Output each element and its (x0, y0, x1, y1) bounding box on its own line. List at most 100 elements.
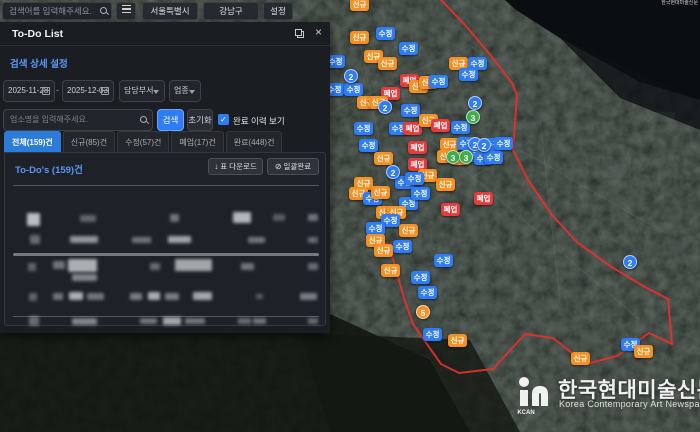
map-marker-pye[interactable]: 폐업 (441, 203, 460, 216)
map-cluster-marker[interactable]: 2 (386, 165, 400, 179)
restore-window-icon[interactable] (295, 29, 304, 38)
map-marker-sin[interactable]: 신규 (374, 152, 393, 165)
redacted-cell (72, 274, 97, 281)
redacted-cell (308, 214, 318, 221)
search-button[interactable]: 검색 (157, 109, 184, 131)
map-marker-sin[interactable]: 신규 (378, 57, 397, 70)
redacted-cell (70, 236, 98, 243)
bulk-complete-label: 일괄완료 (283, 162, 312, 171)
redacted-cell (130, 293, 142, 300)
tab-2[interactable]: 수정(57)건 (117, 131, 170, 152)
tab-0[interactable]: 전체(159)건 (4, 131, 61, 152)
tab-3[interactable]: 폐업(17)건 (171, 131, 224, 152)
map-marker-sin[interactable]: 신규 (371, 186, 390, 199)
map-cluster-marker[interactable]: 3 (459, 150, 473, 164)
redacted-cell (273, 214, 285, 221)
map-cluster-marker[interactable]: 2 (468, 96, 482, 110)
date-to-input[interactable]: 2025-12-03 (62, 80, 114, 102)
settings-button[interactable]: 설정 (263, 2, 293, 20)
watermark-subtitle: Korea Contemporary Art Newspaper (559, 399, 700, 409)
redacted-cell (256, 294, 263, 299)
industry-select-value: 업종 (174, 86, 189, 95)
redacted-cell (150, 263, 160, 270)
app-window: 신규수정신규수정수정신규신규수정수정폐업신규신규수정신규수정수정폐업신규신규수정… (0, 0, 700, 432)
todo-count-title: To-Do's (159)건 (15, 165, 83, 176)
map-marker-su[interactable]: 수정 (451, 121, 470, 134)
map-marker-su[interactable]: 수정 (484, 151, 503, 164)
map-marker-su[interactable]: 수정 (423, 328, 442, 341)
kcan-logo-icon: KCAN (517, 377, 548, 414)
redacted-cell (28, 263, 36, 271)
date-from-input[interactable]: 2025-11-28 (3, 80, 55, 102)
industry-select[interactable]: 업종 (169, 80, 201, 102)
map-marker-su[interactable]: 수정 (344, 83, 363, 96)
map-marker-su[interactable]: 수정 (418, 286, 437, 299)
store-search-input[interactable]: 업소명을 입력해주세요. (3, 109, 153, 131)
redacted-cell (87, 293, 104, 300)
map-cluster-marker[interactable]: 5 (416, 305, 430, 319)
map-marker-su[interactable]: 수정 (399, 42, 418, 55)
redacted-cell (248, 237, 265, 243)
menu-button[interactable] (116, 2, 136, 20)
map-marker-sin[interactable]: 신규 (350, 31, 369, 44)
map-marker-su[interactable]: 수정 (494, 137, 513, 150)
map-marker-su[interactable]: 수정 (359, 139, 378, 152)
map-marker-pye[interactable]: 폐업 (474, 192, 493, 205)
map-marker-su[interactable]: 수정 (429, 75, 448, 88)
map-marker-sin[interactable]: 신규 (634, 345, 653, 358)
map-cluster-marker[interactable]: 2 (623, 255, 637, 269)
map-marker-su[interactable]: 수정 (376, 27, 395, 40)
store-search-placeholder: 업소명을 입력해주세요. (10, 115, 89, 124)
redacted-cell (148, 292, 160, 300)
map-marker-pye[interactable]: 폐업 (408, 141, 427, 154)
table-download-button[interactable]: ↓ 표 다운로드 (208, 158, 263, 175)
map-marker-su[interactable]: 수정 (459, 68, 478, 81)
map-marker-sin[interactable]: 신규 (399, 224, 418, 237)
panel-header: To-Do List × (0, 22, 330, 46)
close-icon[interactable]: × (315, 25, 322, 39)
bulk-complete-button[interactable]: ⊘ 일괄완료 (267, 158, 319, 175)
redacted-cell (233, 212, 251, 223)
reset-button[interactable]: 초기화 (187, 109, 213, 131)
map-marker-sin[interactable]: 신규 (436, 178, 455, 191)
circle-check-icon: ⊘ (274, 162, 282, 171)
todo-list-card: To-Do's (159)건 ↓ 표 다운로드 ⊘ 일괄완료 (4, 152, 326, 326)
map-marker-su[interactable]: 수정 (354, 122, 373, 135)
redacted-cell (238, 318, 251, 324)
map-marker-su[interactable]: 수정 (393, 240, 412, 253)
map-marker-sin[interactable]: 신규 (571, 352, 590, 365)
department-select-value: 담당부서 (124, 86, 154, 95)
redacted-cell (27, 213, 40, 226)
map-cluster-marker[interactable]: 2 (477, 138, 491, 152)
redacted-cell (68, 259, 97, 272)
map-cluster-marker[interactable]: 3 (446, 150, 460, 164)
map-marker-su[interactable]: 수정 (401, 104, 420, 117)
map-marker-sin[interactable]: 신규 (374, 244, 393, 257)
history-checkbox[interactable]: ✓ (218, 114, 229, 125)
map-cluster-marker[interactable]: 3 (466, 110, 480, 124)
city-select[interactable]: 서울특별시 (142, 2, 198, 20)
map-marker-su[interactable]: 수정 (411, 271, 430, 284)
calendar-icon (101, 87, 109, 95)
map-marker-sin[interactable]: 신규 (381, 264, 400, 277)
tab-1[interactable]: 신규(85)건 (62, 131, 116, 152)
table-divider[interactable] (13, 253, 319, 256)
map-marker-su[interactable]: 수정 (434, 254, 453, 267)
district-select[interactable]: 강남구 (203, 2, 259, 20)
map-marker-pye[interactable]: 폐업 (431, 119, 450, 132)
map-cluster-marker[interactable]: 2 (378, 100, 392, 114)
search-icon (100, 7, 107, 14)
map-cluster-marker[interactable]: 2 (344, 69, 358, 83)
todo-tabs: 전체(159)건 신규(85)건 수정(57)건 폐업(17)건 완료(448)건 (4, 131, 284, 152)
svg-text:KCAN: KCAN (517, 410, 534, 414)
department-select[interactable]: 담당부서 (119, 80, 165, 102)
map-marker-su[interactable]: 수정 (405, 172, 424, 185)
map-search-input[interactable]: 검색어를 입력해주세요. (2, 2, 112, 20)
tab-4[interactable]: 완료(448)건 (225, 131, 283, 152)
panel-title: To-Do List (12, 28, 64, 40)
redacted-cell (308, 318, 318, 324)
hamburger-icon (121, 3, 131, 15)
chevron-down-icon (189, 90, 195, 94)
map-marker-su[interactable]: 수정 (411, 187, 430, 200)
map-marker-sin[interactable]: 신규 (448, 334, 467, 347)
